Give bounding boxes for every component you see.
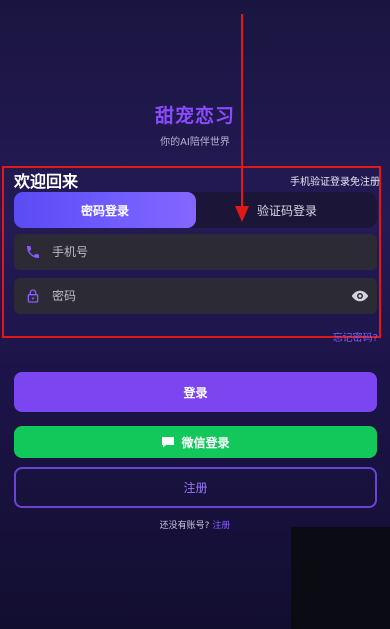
lock-icon — [27, 289, 39, 303]
phone-input[interactable] — [52, 234, 342, 270]
sms-login-link[interactable]: 手机验证登录免注册 — [290, 173, 380, 188]
footer-register-link[interactable]: 注册 — [212, 521, 230, 531]
chat-bubble-icon — [162, 437, 175, 448]
corner-shadow — [291, 527, 390, 629]
welcome-heading: 欢迎回来 — [14, 172, 79, 191]
tab-code-login[interactable]: 验证码登录 — [196, 192, 378, 228]
eye-icon[interactable] — [351, 288, 369, 304]
wechat-login-label: 微信登录 — [181, 435, 230, 450]
register-button[interactable]: 注册 — [14, 467, 377, 508]
wechat-login-button[interactable]: 微信登录 — [14, 426, 377, 458]
forgot-password-link[interactable]: 忘记密码? — [333, 329, 378, 344]
phone-field — [14, 234, 377, 270]
password-input[interactable] — [52, 278, 342, 314]
password-field — [14, 278, 377, 314]
arrow-annotation — [235, 14, 249, 222]
login-button[interactable]: 登录 — [14, 372, 377, 412]
app-title: 甜宠恋习 — [154, 105, 235, 127]
tab-password-login[interactable]: 密码登录 — [14, 192, 196, 228]
phone-icon — [27, 246, 39, 258]
app-subtitle: 你的AI陪伴世界 — [160, 137, 230, 148]
login-tabs: 密码登录 验证码登录 — [14, 192, 377, 228]
footer-question: 还没有账号? — [159, 521, 210, 531]
